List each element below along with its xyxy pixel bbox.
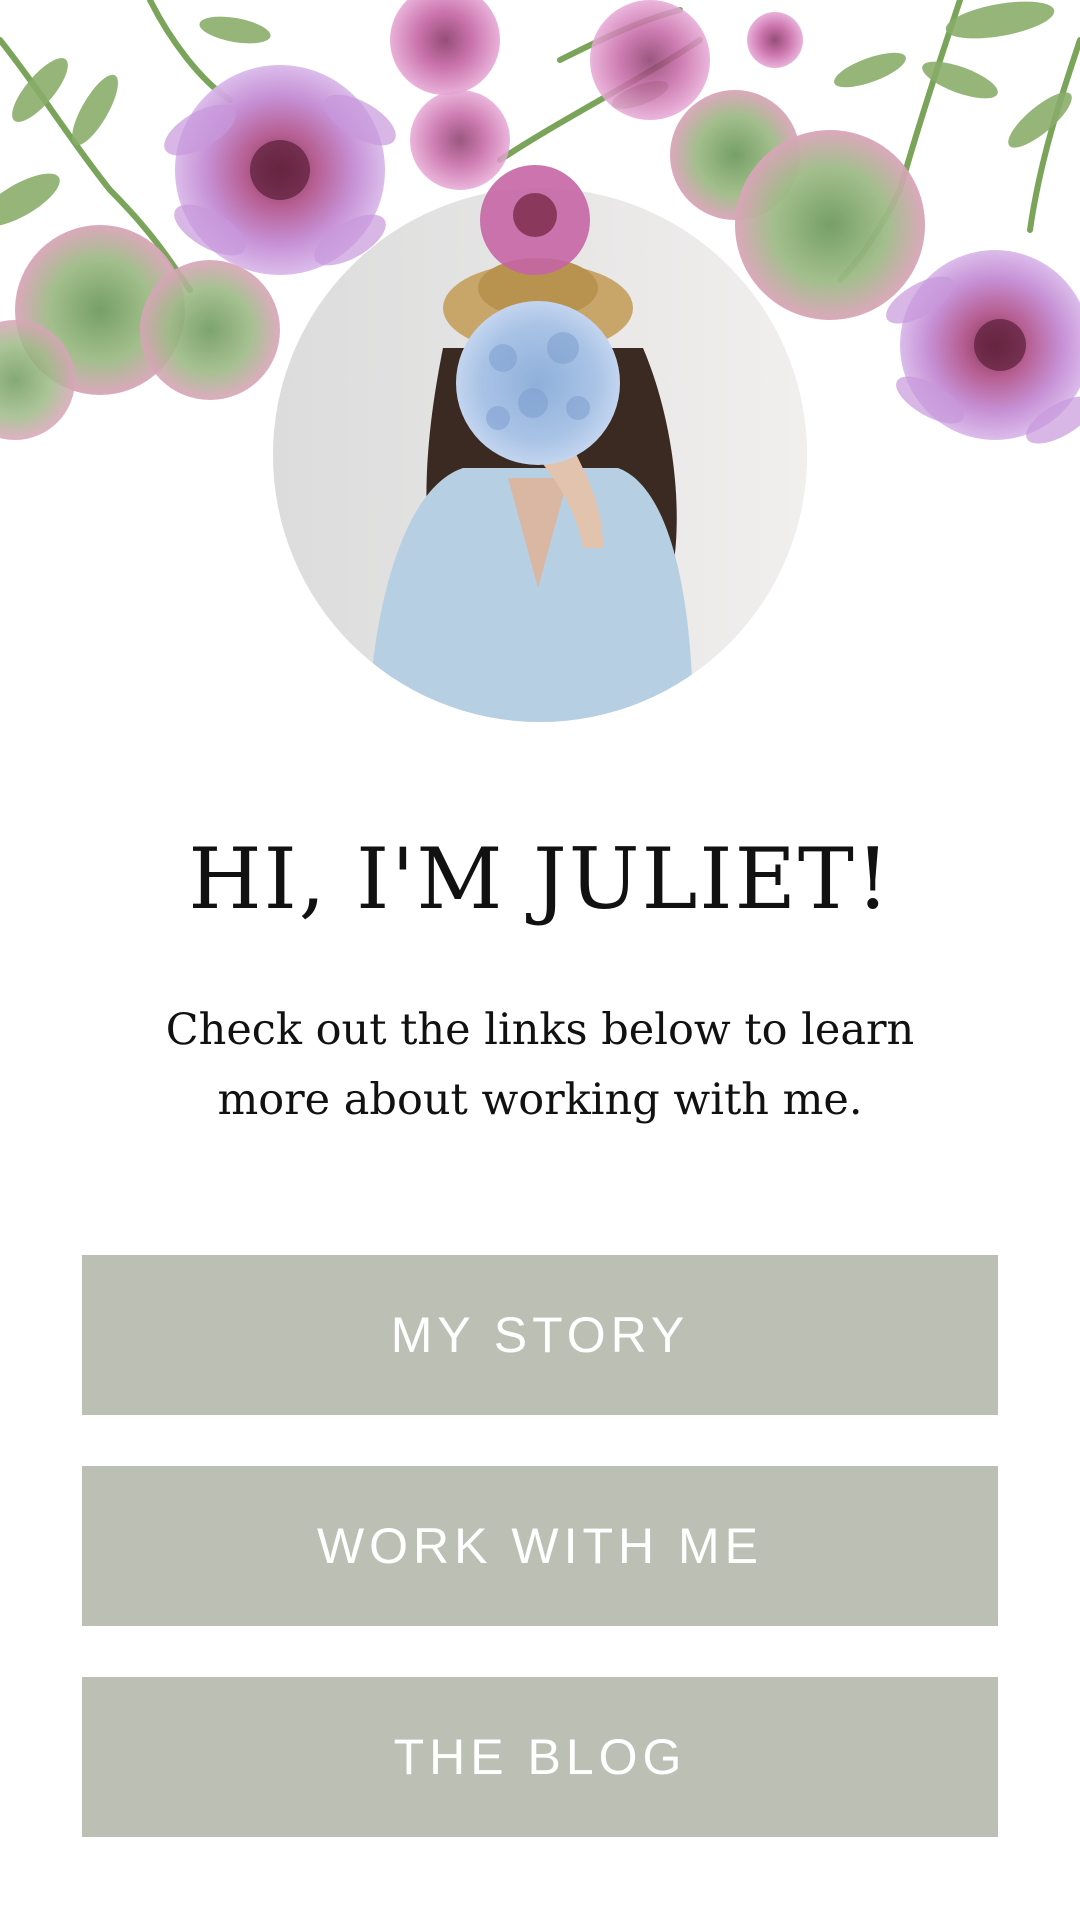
the-blog-button[interactable]: THE BLOG <box>82 1677 998 1837</box>
intro-line-1: Check out the links below to learn <box>165 1005 915 1055</box>
work-with-me-button[interactable]: WORK WITH ME <box>82 1466 998 1626</box>
intro-line-2: more about working with me. <box>217 1075 863 1125</box>
intro-text: Check out the links below to learn more … <box>150 995 930 1135</box>
woman-holding-hydrangea-photo <box>273 188 807 722</box>
page-title: HI, I'M JULIET! <box>188 830 892 928</box>
my-story-button[interactable]: MY STORY <box>82 1255 998 1415</box>
profile-avatar <box>273 188 807 722</box>
link-in-bio-page: HI, I'M JULIET! Check out the links belo… <box>0 0 1080 1920</box>
